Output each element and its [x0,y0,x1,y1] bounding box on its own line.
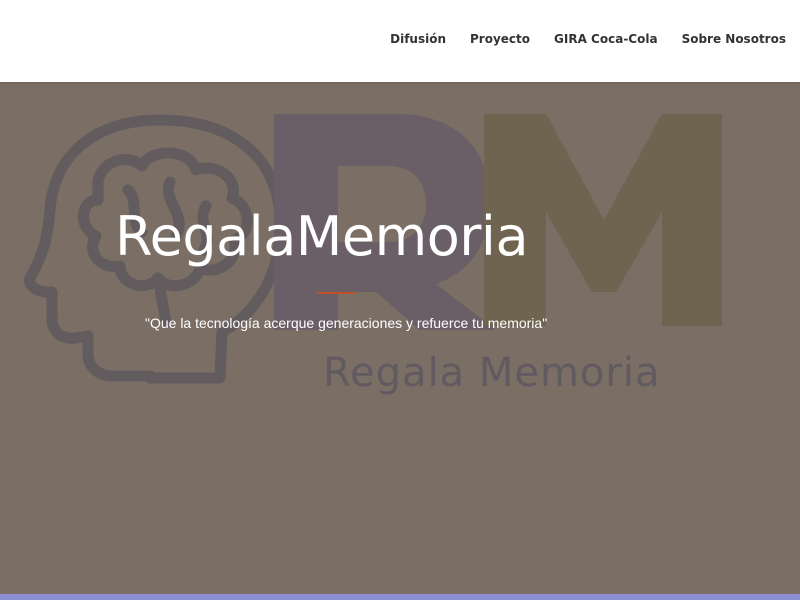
hero-divider [317,292,355,294]
hero-tagline: "Que la tecnología acerque generaciones … [145,315,548,331]
nav-item-sobre-nosotros[interactable]: Sobre Nosotros [682,32,786,46]
hero-section: Regala Memoria RegalaMemoria "Que la tec… [0,82,800,594]
logo-caption: Regala Memoria [323,350,661,396]
hero-background-logo [24,114,722,384]
hero-title: RegalaMemoria [115,205,529,268]
nav-item-difusion[interactable]: Difusión [390,32,446,46]
nav-item-gira-coca-cola[interactable]: GIRA Coca-Cola [554,32,658,46]
nav-item-proyecto[interactable]: Proyecto [470,32,530,46]
bottom-accent-bar [0,594,800,600]
nav-menu: Difusión Proyecto GIRA Coca-Cola Sobre N… [390,32,786,46]
navbar: Difusión Proyecto GIRA Coca-Cola Sobre N… [0,0,800,82]
